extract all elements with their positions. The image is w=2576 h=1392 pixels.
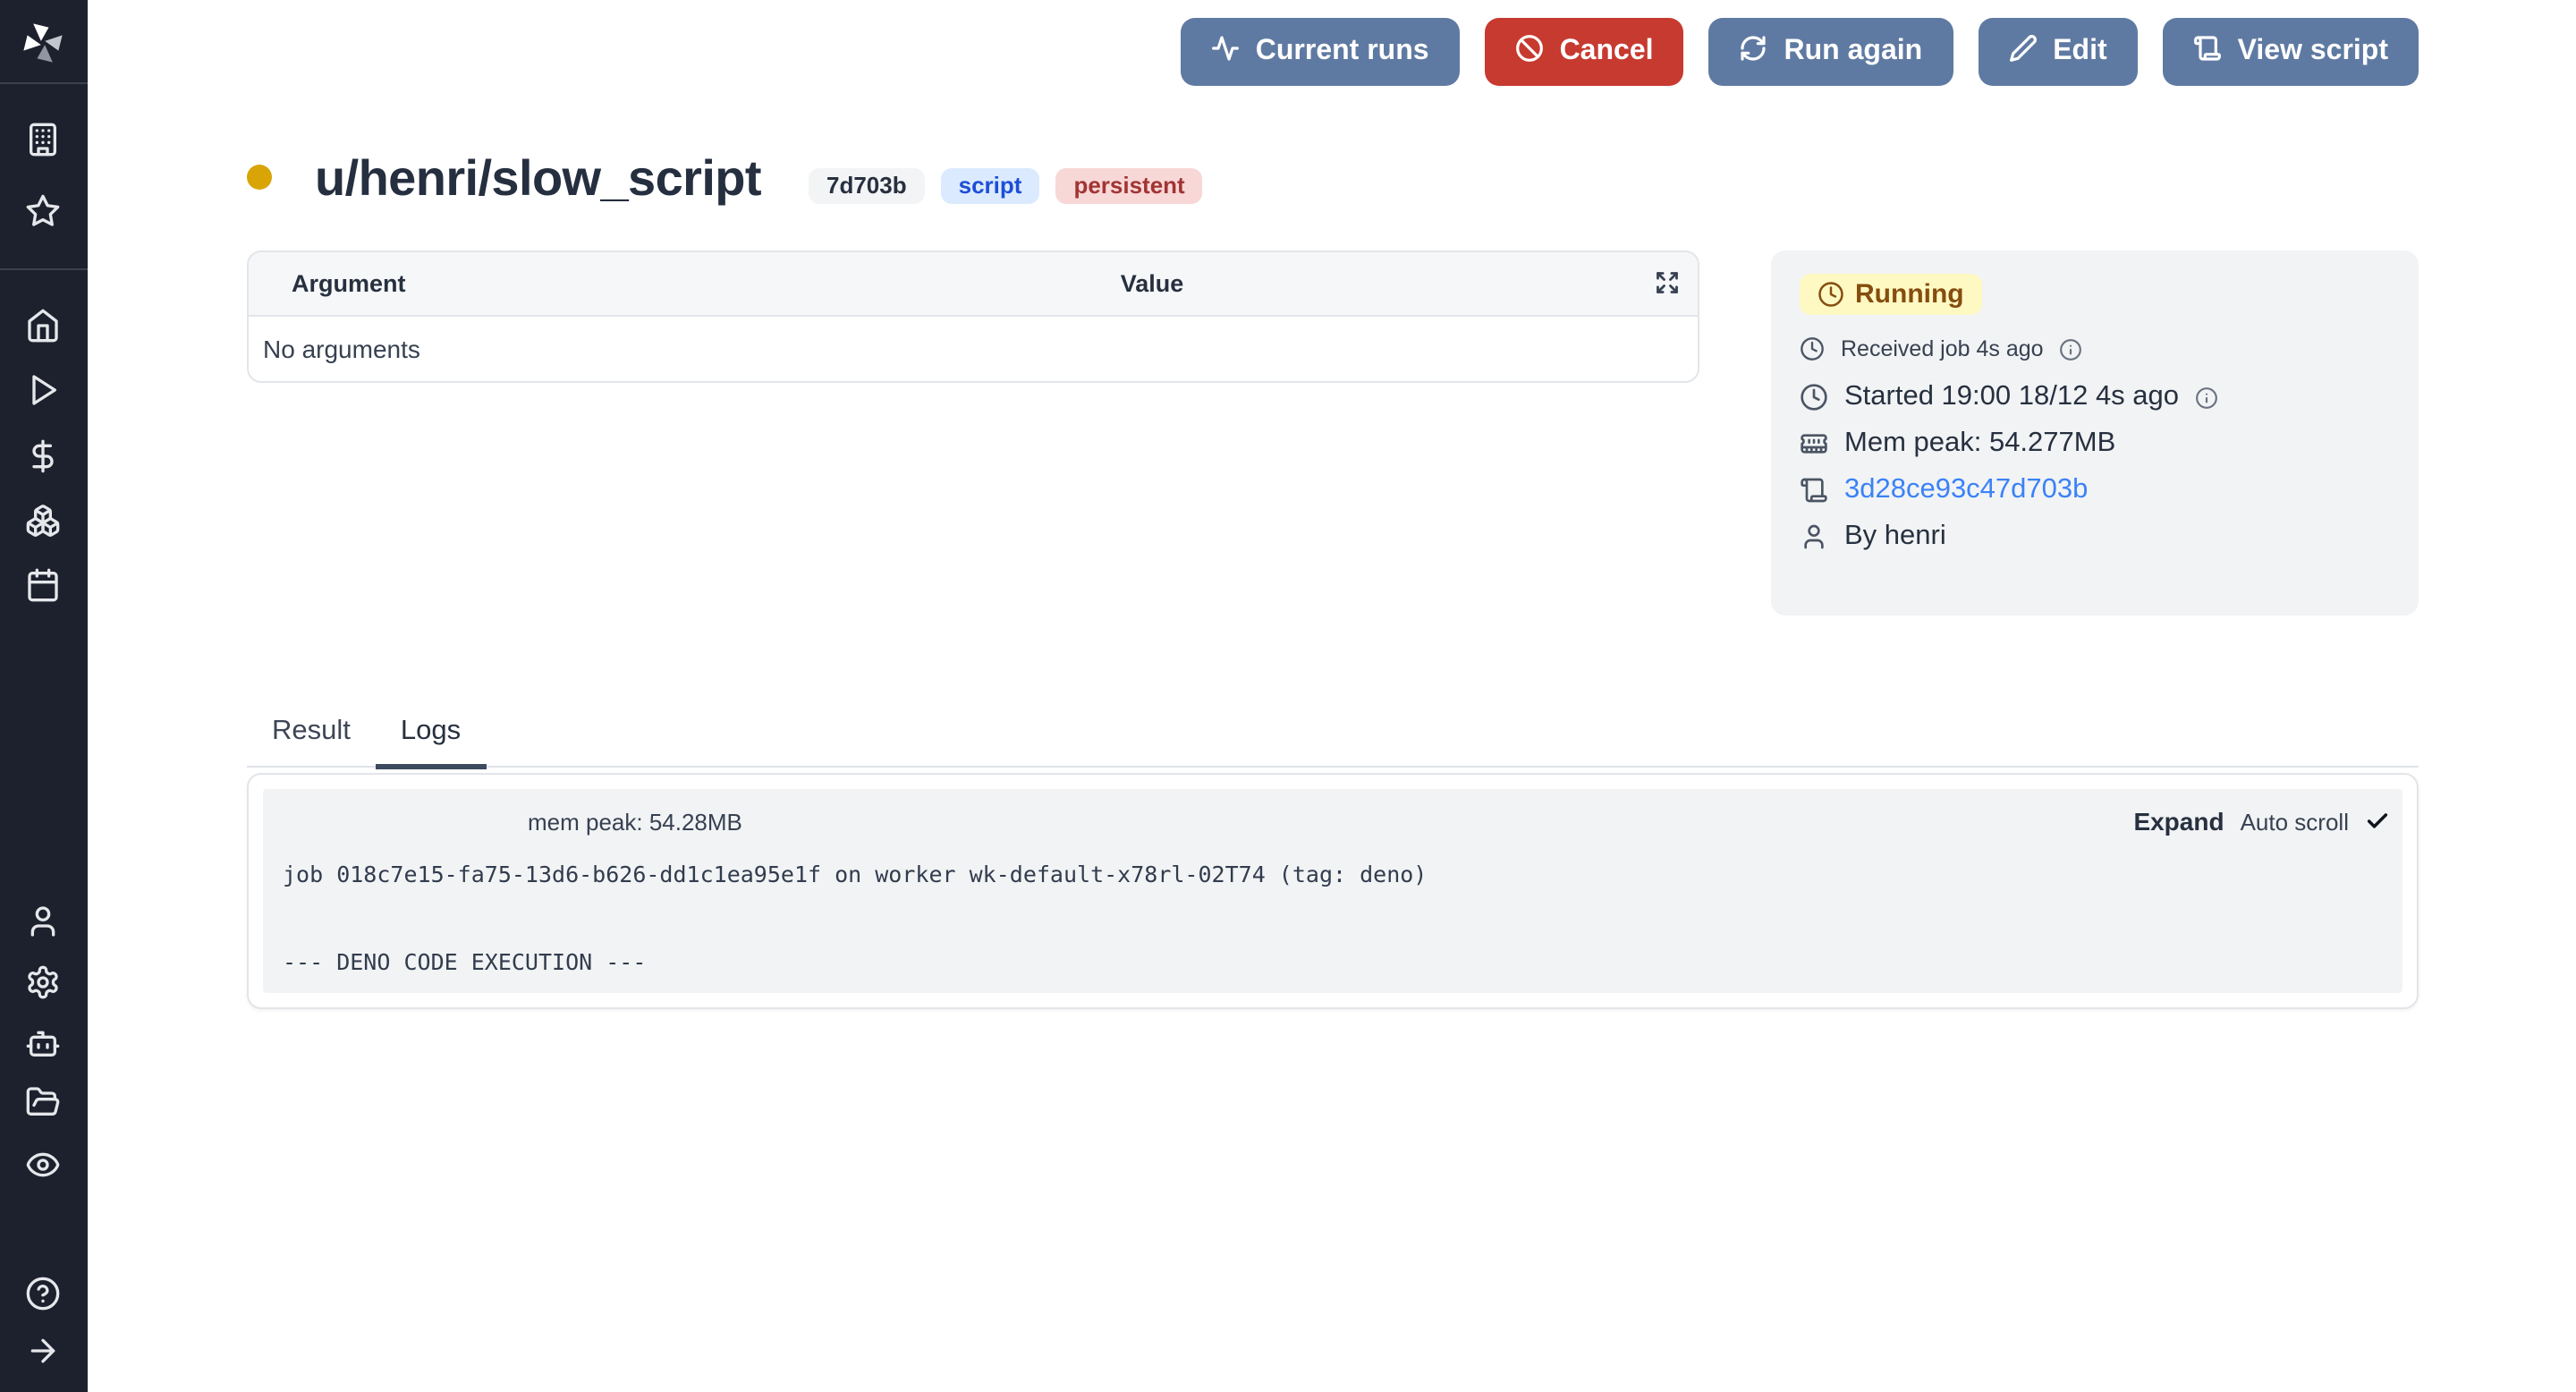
- memory-icon: [1800, 429, 1828, 458]
- cancel-button[interactable]: Cancel: [1485, 18, 1684, 86]
- scroll-icon: [1800, 476, 1828, 505]
- windmill-logo[interactable]: [20, 20, 66, 66]
- activity-icon: [1211, 33, 1240, 71]
- building-icon[interactable]: [25, 122, 61, 157]
- no-arguments-message: No arguments: [249, 317, 1698, 381]
- clock-icon: [1800, 383, 1828, 412]
- view-script-button[interactable]: View script: [2163, 18, 2419, 86]
- received-row: Received job 4s ago: [1800, 336, 2083, 361]
- settings-icon[interactable]: [25, 964, 61, 1000]
- action-toolbar: Current runs Cancel Run again Edit View …: [1181, 18, 2419, 86]
- home-icon[interactable]: [25, 308, 61, 344]
- arguments-table: Argument Value No arguments: [247, 250, 1699, 383]
- log-content: job 018c7e15-fa75-13d6-b626-dd1c1ea95e1f…: [283, 861, 1427, 978]
- hash-badge: 7d703b: [809, 168, 925, 204]
- status-label: Running: [1855, 279, 1964, 310]
- info-icon[interactable]: [2195, 386, 2218, 409]
- column-header-value: Value: [606, 252, 1698, 315]
- sidebar: [0, 0, 88, 1392]
- tab-logs[interactable]: Logs: [376, 712, 486, 769]
- run-again-button[interactable]: Run again: [1709, 18, 1953, 86]
- arguments-table-header: Argument Value: [249, 252, 1698, 317]
- button-label: Edit: [2053, 36, 2106, 68]
- check-icon[interactable]: [2365, 809, 2390, 834]
- expand-logs-button[interactable]: Expand: [2133, 807, 2224, 836]
- button-label: Cancel: [1560, 36, 1654, 68]
- expand-table-icon[interactable]: [1655, 270, 1680, 295]
- dollar-icon[interactable]: [25, 438, 61, 474]
- button-label: Run again: [1784, 36, 1923, 68]
- button-label: Current runs: [1256, 36, 1429, 68]
- log-mem-peak: mem peak: 54.28MB: [528, 809, 742, 836]
- page-title: u/henri/slow_script: [315, 150, 761, 208]
- persistent-badge: persistent: [1055, 168, 1202, 204]
- script-hash-row: 3d28ce93c47d703b: [1800, 474, 2088, 506]
- clock-icon: [1800, 336, 1825, 361]
- main-content: Current runs Cancel Run again Edit View …: [247, 0, 2419, 1392]
- script-hash-link[interactable]: 3d28ce93c47d703b: [1844, 474, 2088, 506]
- result-logs-tabs: Result Logs: [247, 712, 2419, 768]
- info-icon[interactable]: [2060, 337, 2083, 361]
- star-icon[interactable]: [25, 193, 61, 229]
- edit-button[interactable]: Edit: [1978, 18, 2137, 86]
- play-icon[interactable]: [25, 372, 61, 408]
- ban-icon: [1515, 33, 1544, 71]
- logs-viewer: mem peak: 54.28MB Expand Auto scroll job…: [263, 789, 2402, 993]
- sidebar-divider: [0, 268, 88, 270]
- arrow-right-icon[interactable]: [25, 1333, 61, 1369]
- author-text: By henri: [1844, 521, 1946, 553]
- pencil-icon: [2008, 33, 2037, 71]
- help-icon[interactable]: [25, 1276, 61, 1311]
- kind-badge: script: [941, 168, 1040, 204]
- page: Current runs Cancel Run again Edit View …: [0, 0, 2576, 1392]
- eye-icon[interactable]: [25, 1147, 61, 1183]
- job-info-panel: Running Received job 4s ago Started 19:0…: [1771, 250, 2419, 615]
- started-row: Started 19:00 18/12 4s ago: [1800, 381, 2218, 413]
- current-runs-button[interactable]: Current runs: [1181, 18, 1460, 86]
- refresh-icon: [1740, 33, 1768, 71]
- badge-row: 7d703b script persistent: [809, 168, 1203, 204]
- status-badge: Running: [1800, 274, 1982, 315]
- mem-peak-row: Mem peak: 54.277MB: [1800, 428, 2115, 460]
- logs-panel: mem peak: 54.28MB Expand Auto scroll job…: [247, 773, 2419, 1009]
- sidebar-divider: [0, 82, 88, 84]
- log-controls: Expand Auto scroll: [2133, 807, 2390, 836]
- button-label: View script: [2238, 36, 2388, 68]
- boxes-icon[interactable]: [25, 503, 61, 539]
- user-icon[interactable]: [25, 904, 61, 939]
- job-status-dot: [247, 165, 272, 190]
- folder-icon[interactable]: [25, 1084, 61, 1120]
- column-header-argument: Argument: [292, 252, 406, 315]
- started-text: Started 19:00 18/12 4s ago: [1844, 381, 2179, 413]
- mem-peak-text: Mem peak: 54.277MB: [1844, 428, 2115, 460]
- calendar-icon[interactable]: [25, 567, 61, 603]
- user-icon: [1800, 522, 1828, 551]
- received-text: Received job 4s ago: [1841, 336, 2044, 361]
- author-row: By henri: [1800, 521, 1946, 553]
- robot-icon[interactable]: [25, 1025, 61, 1061]
- scroll-icon: [2193, 33, 2222, 71]
- auto-scroll-label[interactable]: Auto scroll: [2241, 808, 2349, 835]
- clock-icon: [1818, 281, 1844, 308]
- tab-result[interactable]: Result: [247, 712, 376, 769]
